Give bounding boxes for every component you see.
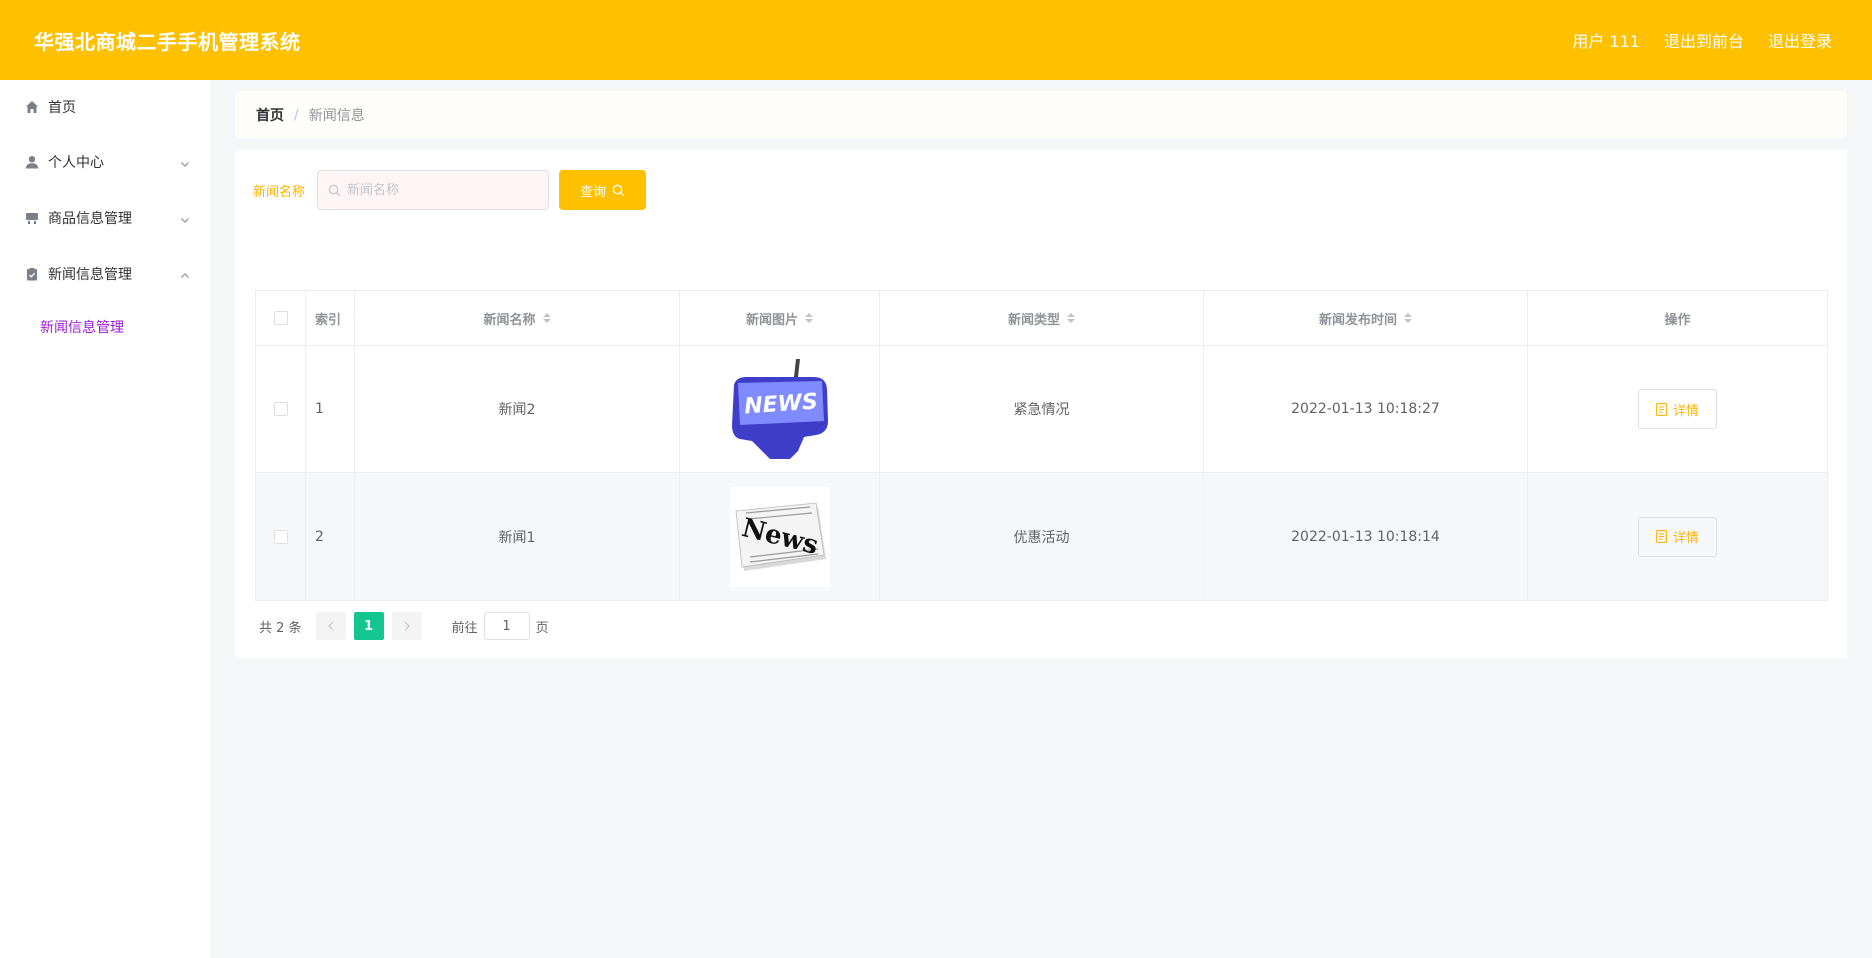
header-time-label: 新闻发布时间	[1318, 312, 1397, 328]
search-label: 新闻名称	[253, 184, 306, 200]
news-thumbnail-image[interactable]: News	[729, 486, 830, 587]
row-checkbox[interactable]	[273, 402, 288, 416]
row-checkbox[interactable]	[273, 529, 288, 544]
detail-button[interactable]: 详情	[1638, 389, 1717, 429]
sidebar: 首页 个人中心 商品信息管理 新闻信息管理 新闻信息管理	[0, 80, 210, 958]
breadcrumb-separator: /	[294, 106, 299, 123]
header-check-cell	[256, 291, 306, 345]
top-actions: 用户 111 退出到前台 退出登录	[1572, 28, 1832, 52]
submenu-item-news-management[interactable]: 新闻信息管理	[0, 302, 210, 352]
search-input[interactable]	[347, 182, 538, 198]
header-index: 索引	[306, 291, 355, 345]
detail-button-label: 详情	[1672, 531, 1699, 546]
header-image[interactable]: 新闻图片	[680, 291, 880, 345]
select-all-checkbox[interactable]	[273, 311, 288, 325]
sidebar-item-personal-center[interactable]: 个人中心	[0, 134, 210, 190]
row-name: 新闻1	[355, 473, 680, 600]
chevron-left-icon	[327, 621, 333, 631]
sort-icon[interactable]	[805, 313, 813, 323]
news-thumbnail-image[interactable]: NEWS	[729, 359, 830, 459]
news-table: 索引 新闻名称 新闻图片 新闻类型 新闻发布时间 操作 1 新闻2 NEWS 紧…	[255, 290, 1828, 601]
breadcrumb: 首页 / 新闻信息	[235, 91, 1847, 138]
chevron-right-icon	[404, 621, 410, 631]
header-image-label: 新闻图片	[745, 312, 798, 328]
table-row: 1 新闻2 NEWS 紧急情况 2022-01-13 10:18:27 详情	[256, 346, 1827, 473]
user-icon	[24, 154, 40, 170]
news-thumbnail-text: NEWS	[743, 389, 818, 419]
search-icon	[328, 184, 341, 197]
breadcrumb-current: 新闻信息	[308, 107, 365, 124]
sidebar-item-label: 商品信息管理	[48, 211, 132, 227]
header-operation: 操作	[1528, 291, 1827, 345]
row-index: 1	[306, 346, 355, 472]
sidebar-item-goods-management[interactable]: 商品信息管理	[0, 190, 210, 246]
query-button-label: 查询	[580, 184, 607, 200]
top-bar: 华强北商城二手手机管理系统 用户 111 退出到前台 退出登录	[0, 0, 1872, 80]
back-to-front-link[interactable]: 退出到前台	[1664, 28, 1744, 52]
clipboard-icon	[24, 266, 40, 282]
pagination: 共 2 条 1 前往 页	[259, 612, 549, 640]
document-icon	[1656, 530, 1667, 543]
next-page-button[interactable]	[391, 612, 422, 640]
header-operation-label: 操作	[1664, 312, 1691, 328]
logout-link[interactable]: 退出登录	[1768, 28, 1832, 52]
app-title: 华强北商城二手手机管理系统	[34, 29, 301, 54]
goods-icon	[24, 210, 40, 226]
row-check-cell	[256, 473, 306, 600]
row-type: 优惠活动	[880, 473, 1204, 600]
row-type: 紧急情况	[880, 346, 1204, 472]
sidebar-item-news-management[interactable]: 新闻信息管理	[0, 246, 210, 302]
search-row: 新闻名称 查询	[253, 170, 647, 210]
main-card: 新闻名称 查询 索引 新闻名称 新闻	[235, 150, 1847, 658]
breadcrumb-home[interactable]: 首页	[256, 105, 284, 125]
sidebar-item-label: 新闻信息管理	[48, 267, 132, 283]
sort-icon[interactable]	[542, 313, 551, 323]
header-type-label: 新闻类型	[1007, 312, 1060, 328]
row-image-cell: News	[680, 473, 880, 600]
goto-page-input[interactable]	[483, 612, 530, 640]
query-button[interactable]: 查询	[559, 170, 647, 210]
search-box[interactable]	[317, 170, 550, 210]
row-operation: 详情	[1528, 346, 1827, 472]
search-icon	[612, 184, 625, 197]
row-time: 2022-01-13 10:18:27	[1204, 346, 1528, 472]
goto-label: 前往	[451, 620, 478, 636]
prev-page-button[interactable]	[315, 612, 346, 640]
document-icon	[1656, 402, 1667, 416]
page-jump: 前往 页	[452, 612, 549, 640]
page-number-button[interactable]: 1	[353, 612, 384, 640]
table-header-row: 索引 新闻名称 新闻图片 新闻类型 新闻发布时间 操作	[256, 291, 1827, 346]
table-row: 2 新闻1 News 优惠活动 2022-01-13 10:18:14 详情	[256, 473, 1827, 600]
pagination-total: 共 2 条	[259, 620, 302, 636]
detail-button[interactable]: 详情	[1638, 516, 1717, 557]
sidebar-item-label: 首页	[48, 100, 76, 116]
row-index: 2	[306, 473, 355, 600]
sidebar-item-label: 个人中心	[48, 155, 104, 171]
header-type[interactable]: 新闻类型	[880, 291, 1204, 345]
sidebar-item-home[interactable]: 首页	[0, 80, 210, 134]
chevron-down-icon	[180, 213, 190, 223]
row-image-cell: NEWS	[680, 346, 880, 472]
header-name-label: 新闻名称	[483, 312, 536, 328]
row-time: 2022-01-13 10:18:14	[1204, 473, 1528, 600]
chevron-down-icon	[180, 157, 190, 167]
row-operation: 详情	[1528, 473, 1827, 600]
detail-button-label: 详情	[1672, 403, 1699, 419]
home-icon	[24, 99, 40, 115]
header-name[interactable]: 新闻名称	[355, 291, 680, 345]
sort-icon[interactable]	[1404, 313, 1412, 323]
header-index-label: 索引	[315, 312, 342, 328]
user-label[interactable]: 用户 111	[1572, 28, 1640, 52]
page-suffix: 页	[535, 620, 549, 636]
header-time[interactable]: 新闻发布时间	[1204, 291, 1528, 345]
chevron-up-icon	[180, 269, 190, 279]
sort-icon[interactable]	[1067, 313, 1075, 323]
row-name: 新闻2	[355, 346, 680, 472]
row-check-cell	[256, 346, 306, 472]
